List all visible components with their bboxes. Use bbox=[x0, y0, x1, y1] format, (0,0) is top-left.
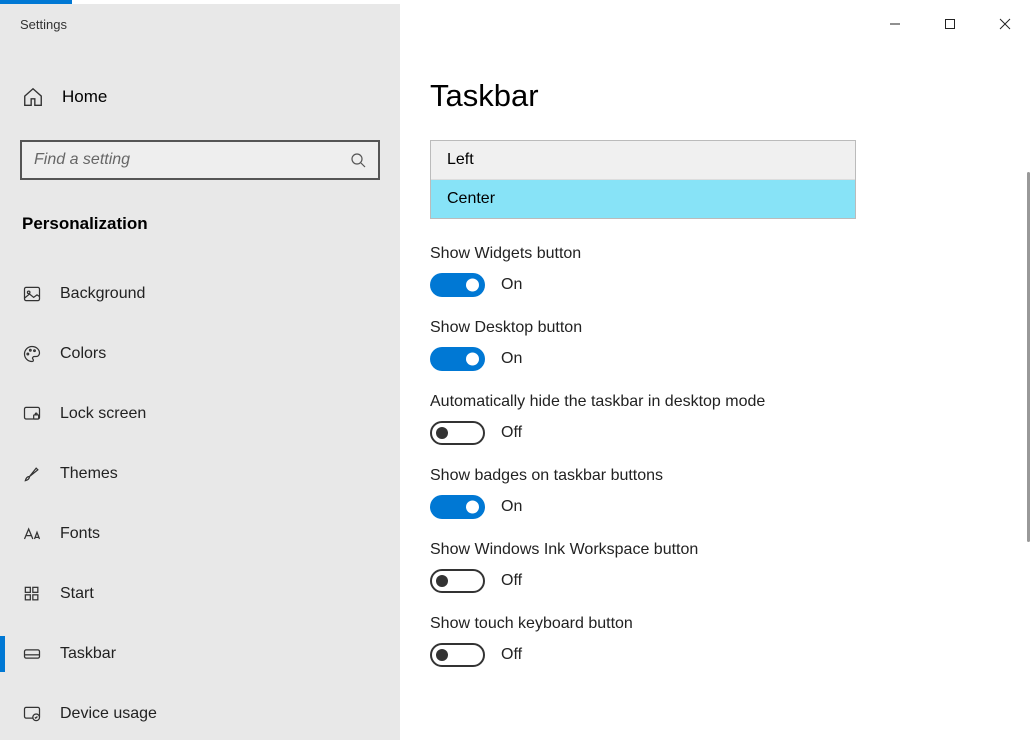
toggle-knob bbox=[436, 649, 448, 661]
sidebar-item-colors[interactable]: Colors bbox=[0, 324, 400, 384]
toggle-row: Off bbox=[430, 643, 1008, 667]
toggle-row: Off bbox=[430, 569, 1008, 593]
palette-icon bbox=[22, 344, 42, 364]
sidebar-category: Personalization bbox=[0, 184, 400, 252]
search-icon bbox=[350, 152, 366, 168]
sidebar-item-label: Fonts bbox=[60, 525, 100, 543]
toggle-state: Off bbox=[501, 424, 522, 442]
sidebar-item-taskbar[interactable]: Taskbar bbox=[0, 624, 400, 684]
setting-auto-hide: Automatically hide the taskbar in deskto… bbox=[430, 393, 1008, 445]
sidebar-item-start[interactable]: Start bbox=[0, 564, 400, 624]
window-title: Settings bbox=[20, 17, 67, 32]
sidebar-item-themes[interactable]: Themes bbox=[0, 444, 400, 504]
setting-show-desktop: Show Desktop button On bbox=[430, 319, 1008, 371]
setting-label: Show Widgets button bbox=[430, 245, 1008, 263]
main-scroll[interactable]: Taskbar Left Center Show Widgets button … bbox=[430, 78, 1032, 740]
toggle-state: On bbox=[501, 350, 522, 368]
minimize-button[interactable] bbox=[867, 4, 922, 44]
setting-touch-keyboard: Show touch keyboard button Off bbox=[430, 615, 1008, 667]
home-label: Home bbox=[62, 87, 107, 107]
image-icon bbox=[22, 284, 42, 304]
toggle-state: Off bbox=[501, 572, 522, 590]
sidebar-home[interactable]: Home bbox=[0, 68, 400, 126]
close-icon bbox=[999, 18, 1011, 30]
toggle-knob bbox=[466, 501, 479, 514]
home-icon bbox=[22, 86, 44, 108]
sidebar: Home Personalization Background bbox=[0, 44, 400, 740]
sidebar-nav: Background Colors Lock screen Themes bbox=[0, 252, 400, 740]
sidebar-item-label: Start bbox=[60, 585, 94, 603]
toggle-show-widgets[interactable] bbox=[430, 273, 485, 297]
sidebar-item-background[interactable]: Background bbox=[0, 264, 400, 324]
toggle-state: Off bbox=[501, 646, 522, 664]
fonts-icon bbox=[22, 524, 42, 544]
taskbar-icon bbox=[22, 644, 42, 664]
maximize-icon bbox=[944, 18, 956, 30]
dropdown-option-left[interactable]: Left bbox=[431, 141, 855, 180]
sidebar-item-label: Lock screen bbox=[60, 405, 146, 423]
toggle-ink-workspace[interactable] bbox=[430, 569, 485, 593]
scrollbar[interactable] bbox=[1027, 172, 1030, 542]
sidebar-item-label: Themes bbox=[60, 465, 118, 483]
lock-screen-icon bbox=[22, 404, 42, 424]
setting-label: Show Desktop button bbox=[430, 319, 1008, 337]
toggle-row: On bbox=[430, 273, 1008, 297]
sidebar-item-device-usage[interactable]: Device usage bbox=[0, 684, 400, 740]
main-panel: Taskbar Left Center Show Widgets button … bbox=[400, 44, 1032, 740]
toggle-knob bbox=[436, 427, 448, 439]
search-input[interactable] bbox=[34, 151, 350, 169]
search-box[interactable] bbox=[20, 140, 380, 180]
dropdown-option-center[interactable]: Center bbox=[431, 180, 855, 218]
alignment-dropdown[interactable]: Left Center bbox=[430, 140, 856, 219]
toggle-touch-keyboard[interactable] bbox=[430, 643, 485, 667]
sidebar-item-fonts[interactable]: Fonts bbox=[0, 504, 400, 564]
toggle-row: On bbox=[430, 347, 1008, 371]
setting-label: Show badges on taskbar buttons bbox=[430, 467, 1008, 485]
device-usage-icon bbox=[22, 704, 42, 724]
content-area: Home Personalization Background bbox=[0, 44, 1032, 740]
start-icon bbox=[22, 584, 42, 604]
toggle-auto-hide[interactable] bbox=[430, 421, 485, 445]
sidebar-item-label: Taskbar bbox=[60, 645, 116, 663]
window-controls bbox=[867, 4, 1032, 44]
sidebar-item-label: Device usage bbox=[60, 705, 157, 723]
page-title: Taskbar bbox=[430, 78, 1008, 114]
setting-show-widgets: Show Widgets button On bbox=[430, 245, 1008, 297]
setting-ink-workspace: Show Windows Ink Workspace button Off bbox=[430, 541, 1008, 593]
sidebar-item-label: Colors bbox=[60, 345, 106, 363]
minimize-icon bbox=[889, 18, 901, 30]
toggle-knob bbox=[466, 353, 479, 366]
toggle-show-badges[interactable] bbox=[430, 495, 485, 519]
maximize-button[interactable] bbox=[922, 4, 977, 44]
toggle-show-desktop[interactable] bbox=[430, 347, 485, 371]
toggle-state: On bbox=[501, 276, 522, 294]
titlebar-left: Settings bbox=[0, 4, 400, 44]
setting-label: Show Windows Ink Workspace button bbox=[430, 541, 1008, 559]
toggle-knob bbox=[466, 279, 479, 292]
sidebar-item-label: Background bbox=[60, 285, 145, 303]
titlebar: Settings bbox=[0, 4, 1032, 44]
sidebar-item-lock-screen[interactable]: Lock screen bbox=[0, 384, 400, 444]
toggle-knob bbox=[436, 575, 448, 587]
setting-label: Show touch keyboard button bbox=[430, 615, 1008, 633]
toggle-row: On bbox=[430, 495, 1008, 519]
setting-show-badges: Show badges on taskbar buttons On bbox=[430, 467, 1008, 519]
toggle-state: On bbox=[501, 498, 522, 516]
setting-label: Automatically hide the taskbar in deskto… bbox=[430, 393, 1008, 411]
close-button[interactable] bbox=[977, 4, 1032, 44]
search-wrap bbox=[0, 126, 400, 184]
toggle-row: Off bbox=[430, 421, 1008, 445]
brush-icon bbox=[22, 464, 42, 484]
